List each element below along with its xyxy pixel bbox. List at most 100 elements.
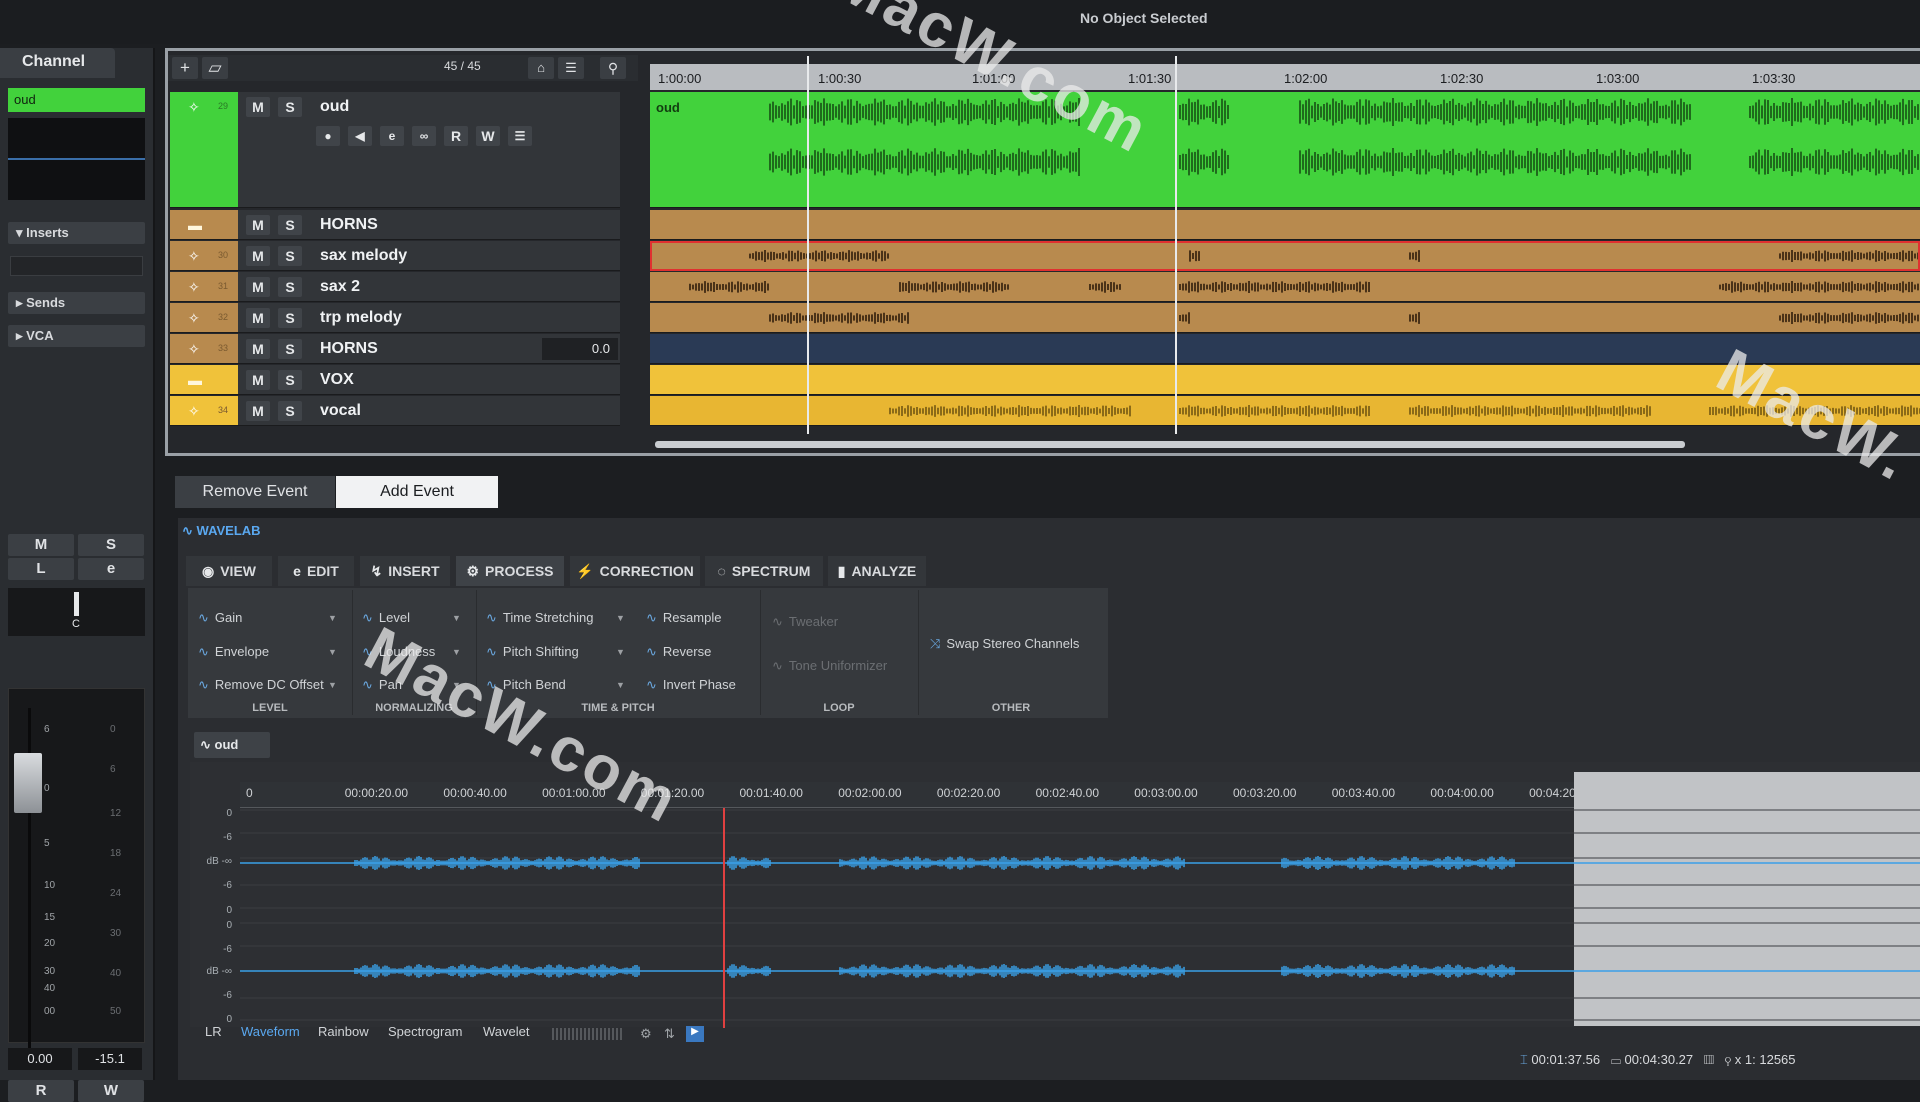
track-color-strip[interactable]: ✧ 34 [170,396,238,425]
track-color-strip[interactable]: ✧ 29 [170,92,238,207]
solo-button[interactable]: S [278,308,302,328]
solo-button[interactable]: S [278,339,302,359]
link-icon[interactable]: ∞ [412,126,436,146]
read-button[interactable]: R [444,126,468,146]
solo-button[interactable]: S [278,277,302,297]
folder-icon[interactable]: ▱ [202,57,228,79]
tab-spectrum[interactable]: ◌ SPECTRUM [705,556,823,586]
envelope-button[interactable]: ∿ Envelope [198,644,269,660]
horizontal-scrollbar[interactable] [655,441,1685,448]
track-header[interactable]: ✧ 30 M Ssax melody [170,241,620,271]
chevron-down-icon[interactable]: ▼ [616,647,625,657]
settings-icon[interactable]: ⚙ [640,1026,652,1042]
mute-button[interactable]: M [246,370,270,390]
track-color-strip[interactable]: ✧ 31 [170,272,238,301]
chevron-down-icon[interactable]: ▼ [328,680,337,690]
track-header[interactable]: ✧ 29 M Soud ● ◀ e ∞ R W ☰ [170,92,620,208]
track-color-strip[interactable]: ✧ 32 [170,303,238,332]
edit-button[interactable]: e [78,558,144,580]
waveform-display[interactable] [240,808,1920,1028]
mute-button[interactable]: M [246,308,270,328]
track-lane[interactable] [650,210,1920,240]
sync-icon[interactable]: ⇅ [664,1026,675,1042]
chevron-down-icon[interactable]: ▼ [328,613,337,623]
remove-event-tab[interactable]: Remove Event [175,476,335,508]
view-tab-rainbow[interactable]: Rainbow [318,1024,369,1039]
tab-insert[interactable]: ↯ INSERT [360,556,450,586]
add-event-tab[interactable]: Add Event [336,476,498,508]
vca-section[interactable]: ▸ VCA [8,325,145,347]
time-stretching-button[interactable]: ∿ Time Stretching [486,610,593,626]
track-lane[interactable]: oud [650,92,1920,208]
view-tab-waveform[interactable]: Waveform [241,1024,300,1039]
track-lane[interactable] [650,241,1920,271]
tab-channel[interactable]: Channel [0,48,115,78]
record-icon[interactable]: ● [316,126,340,146]
timeline-ruler[interactable]: 1:00:00 1:00:30 1:01:00 1:01:30 1:02:00 1:02:… [650,64,1920,90]
read-button[interactable]: R [8,1080,74,1102]
mute-button[interactable]: M [246,401,270,421]
edit-icon[interactable]: e [380,126,404,146]
solo-button[interactable]: S [278,401,302,421]
track-header[interactable]: ▬ M S VOX [170,365,620,395]
track-lane[interactable] [650,272,1920,302]
tab-view[interactable]: ◉ VIEW [186,556,272,586]
solo-button[interactable]: S [278,215,302,235]
view-tab-wavelet[interactable]: Wavelet [483,1024,529,1039]
listen-button[interactable]: L [8,558,74,580]
list-icon[interactable]: ☰ [558,57,584,79]
invert-phase-button[interactable]: ∿ Invert Phase [646,677,736,693]
track-color-strip[interactable]: ▬ [170,210,238,239]
solo-button[interactable]: S [278,246,302,266]
mute-button[interactable]: M [246,339,270,359]
inserts-section[interactable]: ▾ Inserts [8,222,145,244]
channel-name[interactable]: oud [8,88,145,112]
track-header[interactable]: ✧ 31 M Ssax 2 [170,272,620,302]
write-button[interactable]: W [476,126,500,146]
write-button[interactable]: W [78,1080,144,1102]
mute-button[interactable]: M [246,97,270,117]
track-volume-field[interactable]: 0.0 [542,338,618,360]
remove-dc-offset-button[interactable]: ∿ Remove DC Offset [198,677,324,693]
file-tab[interactable]: ∿ oud [194,732,270,758]
fader-knob[interactable] [14,753,42,813]
mute-button[interactable]: M [8,534,74,556]
mute-button[interactable]: M [246,215,270,235]
play-icon[interactable]: ▶ [686,1026,704,1042]
track-header[interactable]: ▬ M S HORNS [170,210,620,240]
chevron-down-icon[interactable]: ▼ [328,647,337,657]
settings-icon[interactable]: ☰ [508,126,532,146]
solo-button[interactable]: S [78,534,144,556]
monitor-icon[interactable]: ◀ [348,126,372,146]
tab-correction[interactable]: ⚡ CORRECTION [570,556,700,586]
pitch-shifting-button[interactable]: ∿ Pitch Shifting [486,644,579,660]
level-slider[interactable] [552,1028,622,1040]
pan-control[interactable]: C [8,588,145,636]
sends-section[interactable]: ▸ Sends [8,292,145,314]
view-tab-spectrogram[interactable]: Spectrogram [388,1024,462,1039]
inserts-slot[interactable] [10,256,143,276]
track-lane[interactable] [650,303,1920,333]
track-color-strip[interactable]: ▬ [170,365,238,394]
track-header[interactable]: ✧ 33 M S HORNS 0.0 [170,334,620,364]
mute-button[interactable]: M [246,277,270,297]
reverse-button[interactable]: ∿ Reverse [646,644,711,660]
solo-button[interactable]: S [278,97,302,117]
gain-button[interactable]: ∿ Gain [198,610,242,626]
chevron-down-icon[interactable]: ▼ [616,613,625,623]
track-color-strip[interactable]: ✧ 33 [170,334,238,363]
tab-analyze[interactable]: ▮ ANALYZE [828,556,926,586]
sync-icon[interactable]: ⌂ [528,57,554,79]
chevron-down-icon[interactable]: ▼ [452,613,461,623]
add-track-button[interactable]: + [172,57,198,79]
mute-button[interactable]: M [246,246,270,266]
track-header[interactable]: ✧ 32 M Strp melody [170,303,620,333]
search-icon[interactable]: ⚲ [600,57,626,79]
solo-button[interactable]: S [278,370,302,390]
chevron-down-icon[interactable]: ▼ [616,680,625,690]
swap-stereo-channels-button[interactable]: ⤨ Swap Stereo Channels [930,636,1079,652]
track-color-strip[interactable]: ✧ 30 [170,241,238,270]
tab-process[interactable]: ⚙ PROCESS [456,556,564,586]
track-header[interactable]: ✧ 34 M Svocal [170,396,620,426]
tab-edit[interactable]: e EDIT [278,556,354,586]
